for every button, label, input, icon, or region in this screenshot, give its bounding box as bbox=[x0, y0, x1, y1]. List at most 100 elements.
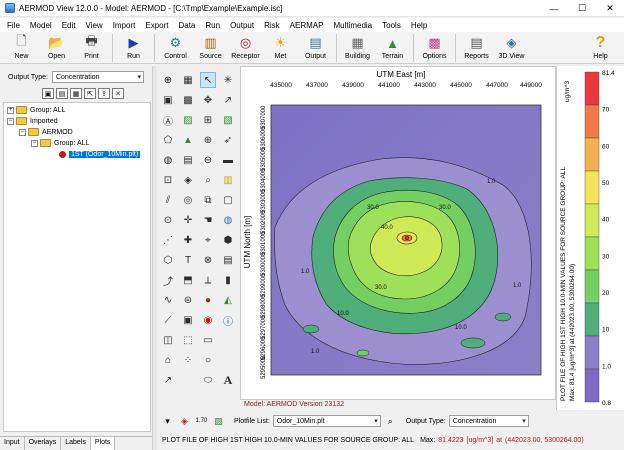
grid-view-icon[interactable]: ▩ bbox=[180, 92, 196, 108]
grid-table-icon[interactable]: ▦ bbox=[180, 72, 196, 88]
cross-hair-icon[interactable]: ✛ bbox=[180, 212, 196, 228]
circle-icon[interactable]: ○ bbox=[200, 352, 216, 368]
new-button[interactable]: 🗋 New bbox=[4, 32, 39, 63]
draw-line-icon[interactable]: ⤴ bbox=[160, 272, 176, 288]
3d-view-button[interactable]: ◈ 3D View bbox=[494, 32, 529, 63]
collapse-icon[interactable]: − bbox=[31, 139, 38, 147]
pan-hand-icon[interactable]: ✥ bbox=[200, 92, 216, 108]
menu-tools[interactable]: Tools bbox=[377, 21, 406, 30]
zoom-search-icon[interactable]: ⌕ bbox=[200, 172, 216, 188]
legend-icon[interactable]: ▤ bbox=[220, 252, 236, 268]
draw-line-source-icon[interactable]: ⫽ bbox=[160, 192, 176, 208]
menu-multimedia[interactable]: Multimedia bbox=[328, 21, 377, 30]
receptor-ring-icon[interactable]: ◎ bbox=[180, 192, 196, 208]
source-marker-icon[interactable]: ● bbox=[200, 292, 216, 308]
building-block-icon[interactable]: ▣ bbox=[180, 312, 196, 328]
print-button[interactable]: 🖶 Print bbox=[74, 32, 109, 63]
compass-icon[interactable]: ➶ bbox=[220, 132, 236, 148]
contour-icon[interactable]: ⊗ bbox=[200, 252, 216, 268]
contour-map[interactable]: UTM East [m] 435000 437000 439000 441000… bbox=[241, 67, 557, 401]
output-button[interactable]: ▤ Output bbox=[298, 32, 333, 63]
plot-output-type-select[interactable]: Concentration ▾ bbox=[448, 415, 529, 427]
draw-area-source-icon[interactable]: Ⓐ bbox=[160, 112, 176, 128]
tree-node-plot-file[interactable]: 1ST (Odor_10Min.plt) bbox=[59, 151, 141, 158]
menu-data[interactable]: Data bbox=[173, 21, 200, 30]
tab-overlays[interactable]: Overlays bbox=[25, 437, 62, 450]
maximize-button[interactable]: ☐ bbox=[568, 0, 596, 17]
ruler-icon[interactable]: ▬ bbox=[220, 152, 236, 168]
menu-help[interactable]: Help bbox=[406, 21, 432, 30]
menu-import[interactable]: Import bbox=[108, 21, 141, 30]
tree-node-imported[interactable]: − Imported bbox=[7, 117, 58, 125]
source-table-icon[interactable]: ▤ bbox=[180, 152, 196, 168]
tree-table-icon[interactable]: ▦ bbox=[70, 88, 82, 99]
draw-road-icon[interactable]: ⟋ bbox=[160, 312, 176, 328]
zoom-out-icon[interactable]: ⊖ bbox=[200, 152, 216, 168]
frame-icon[interactable]: ▢ bbox=[220, 192, 236, 208]
network-icon[interactable]: ⬢ bbox=[220, 232, 236, 248]
zoom-window-icon[interactable]: ⊞ bbox=[200, 112, 216, 128]
collapse-icon[interactable]: − bbox=[7, 117, 14, 125]
terrain-profile-icon[interactable]: ◭ bbox=[220, 292, 236, 308]
menu-model[interactable]: Model bbox=[25, 21, 57, 30]
menu-risk[interactable]: Risk bbox=[259, 21, 285, 30]
polygon-tool-icon[interactable]: ◈ bbox=[180, 172, 196, 188]
grid-dots-icon[interactable]: ⁘ bbox=[180, 352, 196, 368]
node-edit-icon[interactable]: ⌖ bbox=[200, 232, 216, 248]
tree-export-icon[interactable]: ⇱ bbox=[84, 88, 96, 99]
globe-icon[interactable]: ◍ bbox=[220, 212, 236, 228]
draw-building-icon[interactable]: ⌂ bbox=[160, 352, 176, 368]
draw-openpit-icon[interactable]: ⊡ bbox=[160, 172, 176, 188]
close-window-button[interactable]: ✕ bbox=[596, 0, 624, 17]
draw-area-poly-icon[interactable]: ⬠ bbox=[160, 132, 176, 148]
plot-menu-chevron-icon[interactable]: ▾ bbox=[160, 414, 175, 429]
plot-label-icon[interactable]: 1.70 bbox=[194, 414, 209, 429]
tree-node-group-all-root[interactable]: + Group: ALL bbox=[7, 106, 65, 114]
menu-run[interactable]: Run bbox=[200, 21, 225, 30]
text-tool-icon[interactable]: A bbox=[220, 372, 236, 388]
draw-point-source-icon[interactable]: ⊕ bbox=[160, 72, 176, 88]
source-button[interactable]: ▥ Source bbox=[193, 32, 228, 63]
draw-receptor-grid-icon[interactable]: ⋰ bbox=[160, 232, 176, 248]
star-tool-icon[interactable]: ✳ bbox=[220, 72, 236, 88]
bar-chart-icon[interactable]: ▮ bbox=[220, 272, 236, 288]
measure-icon[interactable]: ⟂ bbox=[200, 272, 216, 288]
cube-icon[interactable]: ⬒ bbox=[180, 272, 196, 288]
receptor-button[interactable]: ◎ Receptor bbox=[228, 32, 263, 63]
ring-marker-icon[interactable]: ◉ bbox=[200, 312, 216, 328]
menu-edit[interactable]: Edit bbox=[57, 21, 81, 30]
map-view[interactable]: UTM East [m] 435000 437000 439000 441000… bbox=[240, 66, 556, 400]
draw-polyline-icon[interactable]: ∿ bbox=[160, 292, 176, 308]
run-button[interactable]: ▶ Run bbox=[116, 32, 151, 63]
rectangle-icon[interactable]: ▭ bbox=[200, 332, 216, 348]
map-tile-icon[interactable]: ▨ bbox=[180, 112, 196, 128]
ellipse-icon[interactable]: ⬭ bbox=[200, 372, 216, 388]
label-tool-icon[interactable]: T bbox=[180, 252, 196, 268]
tab-plots[interactable]: Plots bbox=[90, 437, 116, 450]
zoom-in-icon[interactable]: ⊕ bbox=[200, 132, 216, 148]
draw-fenceline-icon[interactable]: ⬡ bbox=[160, 252, 176, 268]
plot-contour-icon[interactable]: ◈ bbox=[177, 414, 192, 429]
plus-grid-icon[interactable]: ✚ bbox=[180, 232, 196, 248]
plotfile-search-icon[interactable]: ⌕ bbox=[383, 414, 398, 429]
info-icon[interactable]: ⓘ bbox=[220, 312, 236, 328]
control-button[interactable]: ⚙ Control bbox=[158, 32, 193, 63]
plot-map-icon[interactable]: ▨ bbox=[211, 414, 226, 429]
menu-export[interactable]: Export bbox=[140, 21, 173, 30]
expand-icon[interactable]: + bbox=[7, 106, 14, 114]
map-layers-icon[interactable]: ⧉ bbox=[200, 192, 216, 208]
arrow-tool-icon[interactable]: ↗ bbox=[220, 92, 236, 108]
stack-icon[interactable]: ⊜ bbox=[180, 292, 196, 308]
draw-discrete-receptor-icon[interactable]: ⊙ bbox=[160, 212, 176, 228]
draw-xt-icon[interactable]: ↗ bbox=[160, 372, 176, 388]
dashed-rect-icon[interactable]: ⬚ bbox=[180, 332, 196, 348]
minimize-button[interactable]: — bbox=[540, 0, 568, 17]
tab-input[interactable]: Input bbox=[0, 437, 25, 450]
draw-area-circ-icon[interactable]: ◍ bbox=[160, 152, 176, 168]
menu-output[interactable]: Output bbox=[225, 21, 259, 30]
tree-node-group-all[interactable]: − Group: ALL bbox=[31, 139, 89, 147]
menu-aermap[interactable]: AERMAP bbox=[285, 21, 329, 30]
tree-upload-icon[interactable]: ⇪ bbox=[98, 88, 110, 99]
open-button[interactable]: 📂 Open bbox=[39, 32, 74, 63]
draw-volume-source-icon[interactable]: ▣ bbox=[160, 92, 176, 108]
